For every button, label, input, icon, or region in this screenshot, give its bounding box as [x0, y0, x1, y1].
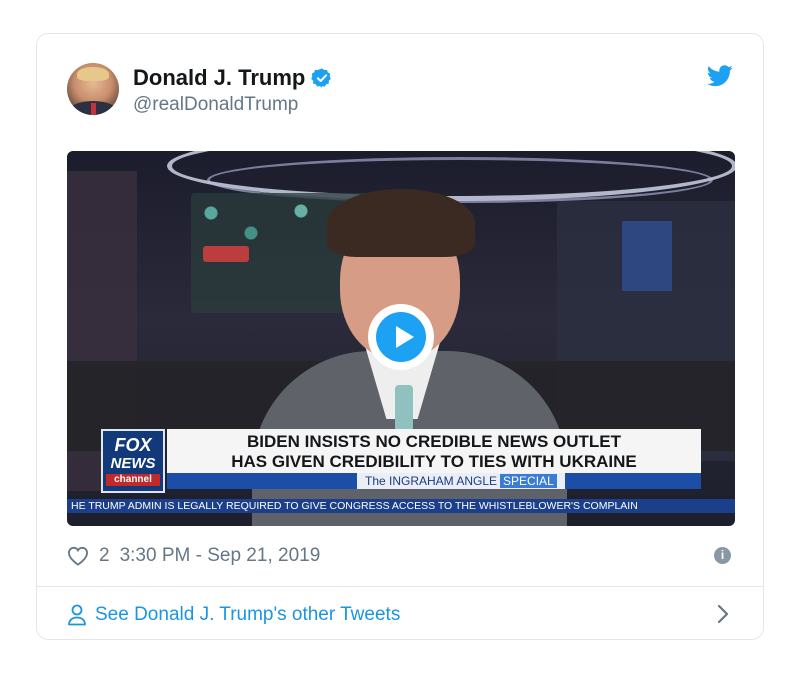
like-count[interactable]: 2 — [99, 545, 110, 567]
tweet-meta: 2 3:30 PM - Sep 21, 2019 — [67, 543, 320, 569]
news-headline: BIDEN INSISTS NO CREDIBLE NEWS OUTLET HA… — [167, 429, 701, 473]
show-tag: SPECIAL — [500, 474, 557, 488]
tweet-timestamp[interactable]: 3:30 PM - Sep 21, 2019 — [120, 545, 321, 567]
play-button[interactable] — [371, 307, 431, 367]
anchor-hair — [327, 189, 475, 257]
studio-red-light — [203, 246, 249, 262]
info-icon[interactable]: i — [714, 547, 731, 564]
avatar-tie — [91, 103, 96, 115]
card-divider — [37, 586, 763, 587]
news-lower-third: FOX NEWS channel BIDEN INSISTS NO CREDIB… — [101, 429, 701, 501]
show-name-text: The INGRAHAM ANGLE — [365, 474, 498, 488]
headline-line2: HAS GIVEN CREDIBILITY TO TIES WITH UKRAI… — [231, 452, 637, 471]
other-tweets-link[interactable]: See Donald J. Trump's other Tweets — [67, 602, 400, 628]
person-icon — [68, 604, 86, 626]
avatar-hair — [77, 67, 109, 81]
studio-fox-sign — [622, 221, 672, 291]
fox-logo-line3: channel — [106, 474, 160, 486]
author-name-text[interactable]: Donald J. Trump — [133, 65, 305, 91]
video-thumbnail[interactable]: FOX NEWS channel BIDEN INSISTS NO CREDIB… — [67, 151, 735, 526]
play-button-circle — [376, 312, 426, 362]
other-tweets-label[interactable]: See Donald J. Trump's other Tweets — [95, 604, 400, 626]
fox-logo-line2: NEWS — [110, 455, 156, 472]
verified-badge-icon — [311, 68, 332, 88]
author-avatar[interactable] — [67, 63, 119, 115]
fox-news-logo: FOX NEWS channel — [101, 429, 165, 493]
news-ticker: HE TRUMP ADMIN IS LEGALLY REQUIRED TO GI… — [67, 499, 735, 513]
twitter-bird-icon[interactable] — [707, 65, 733, 87]
headline-line1: BIDEN INSISTS NO CREDIBLE NEWS OUTLET — [246, 432, 622, 451]
heart-icon[interactable] — [67, 546, 89, 566]
author-name[interactable]: Donald J. Trump — [133, 65, 333, 91]
tweet-card: Donald J. Trump @realDonaldTrump FOX NEW… — [36, 33, 764, 640]
show-name: The INGRAHAM ANGLE SPECIAL — [357, 473, 565, 489]
chevron-right-icon[interactable] — [717, 604, 729, 624]
fox-logo-line1: FOX — [114, 435, 152, 455]
play-icon — [396, 326, 414, 348]
author-handle[interactable]: @realDonaldTrump — [133, 94, 298, 116]
